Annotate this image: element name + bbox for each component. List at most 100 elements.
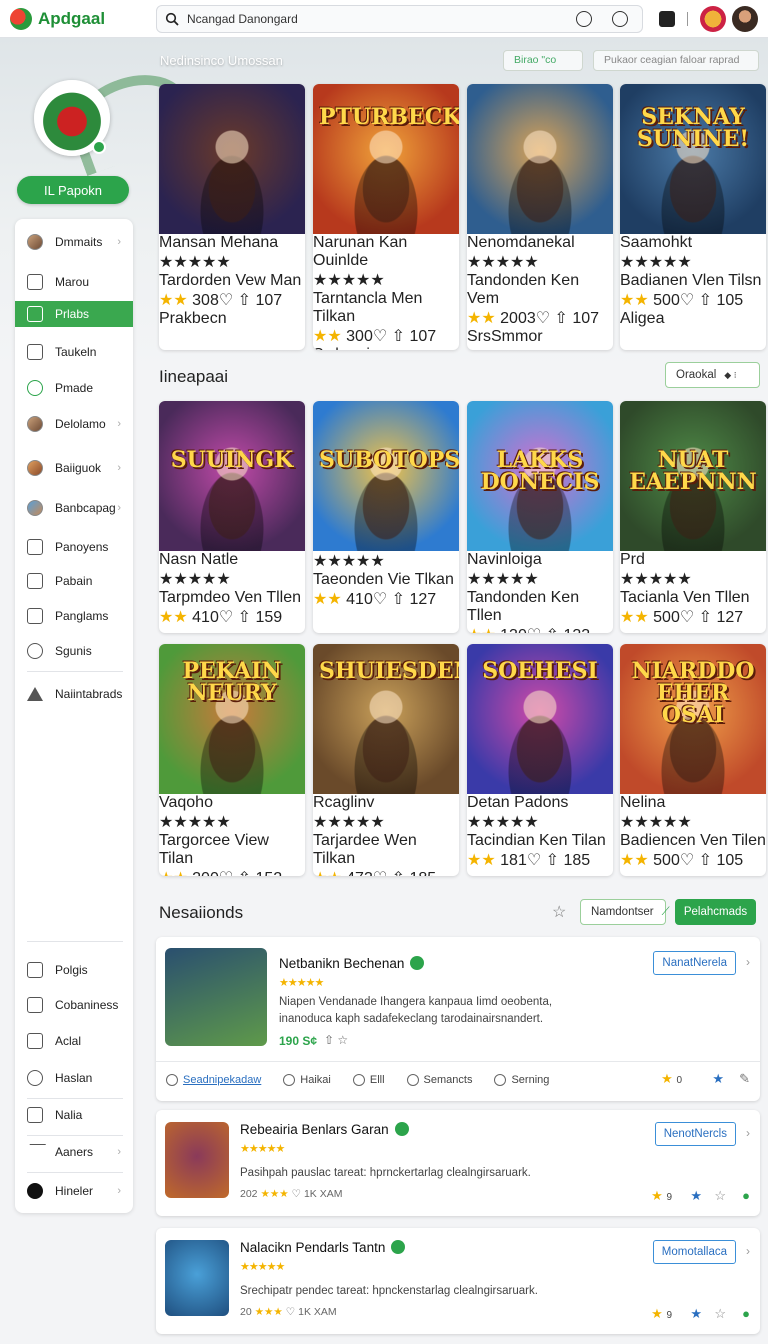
chevron-right-icon[interactable]: › (746, 955, 750, 969)
game-cover-image[interactable]: NIARDDO EHER OSAI (620, 644, 766, 794)
game-cover-image[interactable]: SOEHESI (467, 644, 613, 794)
sidebar-item-17[interactable]: Nalia (15, 1100, 133, 1130)
sidebar-item-6[interactable]: Baiiguok › (15, 453, 133, 483)
game-title[interactable]: Mansan Mehana (159, 234, 305, 252)
game-card[interactable]: LAKKS DONECIS Navinloiga ★★★★★ Tandonden Ke… (467, 401, 613, 633)
game-card[interactable]: PEKAIN NEURY Vaqoho ★★★★★ Targorcee View Ti… (159, 644, 305, 876)
app-title[interactable]: Nalacikn Pendarls Tantn (240, 1240, 406, 1255)
sidebar-item-2[interactable]: Prlabs (15, 301, 133, 327)
user-avatar[interactable] (732, 5, 758, 32)
game-cover-image[interactable]: LAKKS DONECIS (467, 401, 613, 551)
game-title[interactable]: Navinloiga (467, 551, 613, 569)
sidebar-item-12[interactable]: Naiintabrads (15, 679, 133, 709)
game-card[interactable]: SUUINGK Nasn Natle ★★★★★ Tarpmdeo Ven Tllen… (159, 401, 305, 633)
app-title[interactable]: Netbanikn Bechenan (279, 956, 425, 971)
star-icon[interactable]: ★ 9 (651, 1188, 672, 1204)
app-thumbnail[interactable] (165, 1122, 229, 1198)
chevron-right-icon[interactable]: › (746, 1244, 750, 1258)
category-pill[interactable]: Prakbecn (159, 310, 305, 328)
featured-card[interactable]: Mansan Mehana ★★★★★ Tardorden Vew Man ★★ 30… (159, 84, 305, 350)
game-cover-image[interactable]: SUUINGK (159, 401, 305, 551)
action-4[interactable]: Serning (494, 1073, 549, 1086)
star-icon[interactable]: ★ 9 (651, 1306, 672, 1322)
sidebar-item-18[interactable]: Aaners › (15, 1137, 133, 1167)
featured-card[interactable]: PTURBECK Narunan Kan Ouinlde ★★★★★ Tarntanc… (313, 84, 459, 350)
game-card[interactable]: NIARDDO EHER OSAI Nelina ★★★★★ Badiencen Ve… (620, 644, 766, 876)
game-cover-image[interactable]: NUAT EAEPNNN (620, 401, 766, 551)
clock-icon[interactable] (576, 10, 592, 27)
search-bar[interactable] (156, 4, 643, 33)
game-title[interactable]: Nasn Natle (159, 551, 305, 569)
game-title[interactable]: Nenomdanekal (467, 234, 613, 252)
star-blue-icon[interactable]: ★ (690, 1188, 702, 1204)
action-2[interactable]: Elll (352, 1073, 385, 1086)
install-button[interactable]: NanatNerela (653, 951, 736, 975)
sidebar-item-7[interactable]: Banbcapag › (15, 493, 133, 523)
sidebar-item-3[interactable]: Taukeln (15, 337, 133, 367)
star-icon[interactable]: ★ 0 (661, 1071, 682, 1087)
game-title[interactable]: Vaqoho (159, 794, 305, 812)
list-item[interactable]: Netbanikn Bechenan ★★★★★ NanatNerela › Niape… (156, 937, 760, 1101)
filter-button[interactable]: Oraokal ◆ ⁝ (665, 362, 760, 388)
sidebar-item-14[interactable]: Cobaniness (15, 990, 133, 1020)
settings-icon[interactable] (612, 10, 628, 27)
game-title[interactable]: Detan Padons (467, 794, 613, 812)
sidebar-item-16[interactable]: Haslan (15, 1063, 133, 1093)
app-thumbnail[interactable] (165, 948, 267, 1046)
emoji-avatar-icon[interactable] (700, 5, 726, 32)
action-0[interactable]: Seadnipekadaw (166, 1073, 261, 1086)
list-item[interactable]: Rebeairia Benlars Garan ★★★★★ NenotNercls ›… (156, 1110, 760, 1216)
install-button[interactable]: Momotallaca (652, 1240, 736, 1264)
sidebar-item-15[interactable]: Aclal (15, 1026, 133, 1056)
game-card[interactable]: SOEHESI Detan Padons ★★★★★ Tacindian Ken Ti… (467, 644, 613, 876)
star-blue-icon[interactable]: ★ (690, 1306, 702, 1322)
game-title[interactable]: Narunan Kan Ouinlde (313, 234, 459, 270)
featured-card[interactable]: SEKNAY SUNINE! Saamohkt ★★★★★ Badianen Vlen… (620, 84, 766, 350)
sidebar-item-1[interactable]: Marou (15, 267, 133, 297)
badge-icon[interactable]: ● (742, 1188, 750, 1203)
game-cover-image[interactable] (159, 84, 305, 234)
action-1[interactable]: Haikai (283, 1073, 331, 1086)
star-blue-icon[interactable]: ★ (712, 1071, 724, 1087)
app-logo[interactable]: Apdgaal (10, 7, 156, 30)
game-card[interactable]: SUBOTOPS ★★★★★ Taeonden Vie Tlkan ★★ 410♡ ⇧… (313, 401, 459, 633)
star-outline-icon[interactable]: ☆ (714, 1188, 726, 1204)
category-pill[interactable]: Aligea (620, 310, 766, 328)
hero-chip-1[interactable]: Birao "co (503, 50, 583, 71)
featured-card[interactable]: Nenomdanekal ★★★★★ Tandonden Ken Vem ★★ 200… (467, 84, 613, 350)
sidebar-item-0[interactable]: Dmmaits › (15, 227, 133, 257)
game-title[interactable]: Saamohkt (620, 234, 766, 252)
game-cover-image[interactable]: SEKNAY SUNINE! (620, 84, 766, 234)
sidebar-item-19[interactable]: Hineler › (15, 1176, 133, 1206)
list-item[interactable]: Nalacikn Pendarls Tantn ★★★★★ Momotallaca ›… (156, 1228, 760, 1334)
game-cover-image[interactable] (467, 84, 613, 234)
game-cover-image[interactable]: SHUIESDEN (313, 644, 459, 794)
category-pill[interactable]: SrsSmmor (467, 328, 613, 346)
game-title[interactable]: Nelina (620, 794, 766, 812)
category-pill[interactable]: Swkgrpion (313, 346, 459, 350)
game-title[interactable]: Rcaglinv (313, 794, 459, 812)
hero-chip-2[interactable]: Pukaor ceagian faloar raprad (593, 50, 759, 71)
app-title[interactable]: Rebeairia Benlars Garan (240, 1122, 409, 1137)
sidebar-item-8[interactable]: Panoyens (15, 532, 133, 562)
app-thumbnail[interactable] (165, 1240, 229, 1316)
sidebar-item-4[interactable]: Pmade (15, 373, 133, 403)
search-input[interactable] (187, 11, 562, 26)
badge-icon[interactable]: ● (742, 1306, 750, 1321)
recommended-button[interactable]: Pelahcmads (675, 899, 756, 925)
game-title[interactable]: Prd (620, 551, 766, 569)
profile-button[interactable]: IL Papokn (17, 176, 129, 204)
star-outline-icon[interactable]: ☆ (714, 1306, 726, 1322)
sidebar-item-9[interactable]: Pabain (15, 566, 133, 596)
sidebar-item-11[interactable]: Sgunis (15, 636, 133, 666)
star-outline-icon[interactable]: ☆ (552, 902, 566, 922)
game-cover-image[interactable]: PTURBECK (313, 84, 459, 234)
game-cover-image[interactable]: PEKAIN NEURY (159, 644, 305, 794)
game-card[interactable]: NUAT EAEPNNN Prd ★★★★★ Tacianla Ven Tllen ★★… (620, 401, 766, 633)
notification-icon[interactable] (659, 10, 675, 27)
game-cover-image[interactable]: SUBOTOPS (313, 401, 459, 551)
action-3[interactable]: Semancts (406, 1073, 472, 1086)
sidebar-item-5[interactable]: Delolamo › (15, 409, 133, 439)
share-icon[interactable]: ⇧ ☆ (324, 1033, 348, 1047)
names-button[interactable]: Namdontser ⟋ (580, 899, 670, 925)
